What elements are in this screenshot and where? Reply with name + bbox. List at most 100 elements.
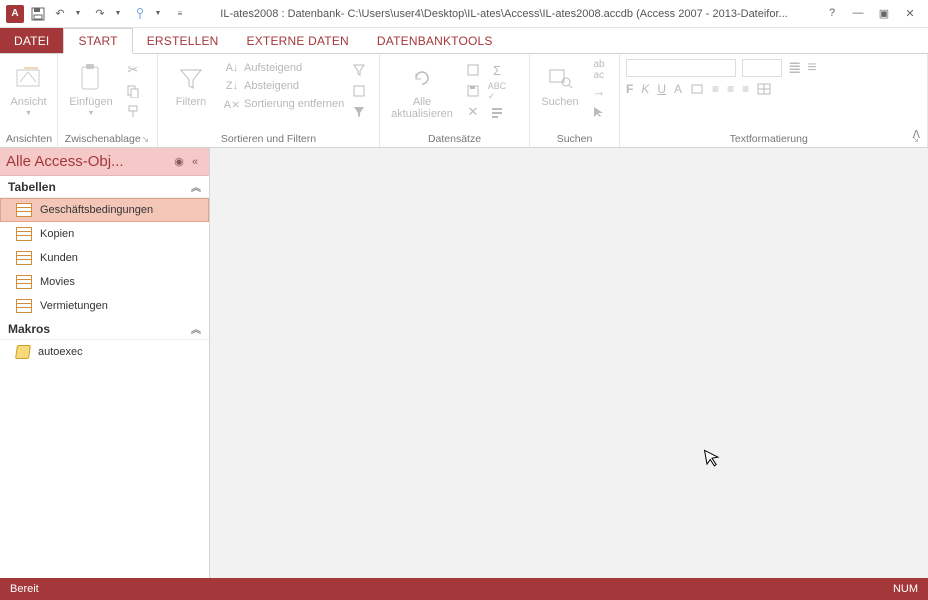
selection-filter-icon[interactable] [350, 61, 368, 79]
bold-icon[interactable]: F [626, 82, 633, 96]
numbering-icon[interactable]: ≡ [807, 59, 816, 77]
table-item-vermietungen[interactable]: Vermietungen [0, 294, 209, 318]
delete-record-icon[interactable]: ✕ [464, 103, 482, 121]
advanced-filter-icon[interactable] [350, 82, 368, 100]
tab-erstellen[interactable]: ERSTELLEN [133, 28, 233, 53]
nav-collapse-icon[interactable]: « [187, 156, 203, 168]
table-icon [16, 251, 32, 265]
new-record-icon[interactable] [464, 61, 482, 79]
aktualisieren-button[interactable]: Alle aktualisieren [386, 58, 458, 120]
select-icon[interactable] [590, 103, 608, 121]
touch-mode-icon[interactable] [132, 6, 148, 22]
align-right-icon[interactable]: ≡ [742, 82, 749, 96]
records-small-col2: Σ ABC✓ [488, 58, 506, 121]
table-icon [16, 203, 32, 217]
font-size-combo[interactable] [742, 59, 782, 77]
spelling-icon[interactable]: ABC✓ [488, 82, 506, 100]
filtern-button[interactable]: Filtern [164, 58, 218, 108]
table-item-movies[interactable]: Movies [0, 270, 209, 294]
tab-start[interactable]: START [63, 28, 132, 54]
window-title: IL-ates2008 : Datenbank- C:\Users\user4\… [194, 8, 814, 20]
table-item-kopien[interactable]: Kopien [0, 222, 209, 246]
align-center-icon[interactable]: ≡ [727, 82, 734, 96]
save-icon[interactable] [30, 6, 46, 22]
dialog-launcher-icon[interactable]: ↘ [141, 134, 151, 145]
chevron-down-icon: ▼ [88, 110, 95, 117]
collapse-group-icon[interactable]: ︽ [191, 321, 201, 336]
suchen-button[interactable]: Suchen [536, 58, 584, 108]
find-small-buttons: abac → [590, 58, 608, 121]
more-records-icon[interactable] [488, 103, 506, 121]
qat-customize-icon[interactable]: ≡ [172, 6, 188, 22]
clipboard-small-buttons: ✂ [124, 58, 142, 121]
table-item-kunden[interactable]: Kunden [0, 246, 209, 270]
collapse-group-icon[interactable]: ︽ [191, 179, 201, 194]
sort-desc-icon: Z↓ [224, 78, 240, 94]
group-label-ansichten: Ansichten [6, 131, 51, 145]
underline-icon[interactable]: U [657, 82, 666, 96]
records-small-col1: ✕ [464, 58, 482, 121]
aufsteigend-button[interactable]: A↓Aufsteigend [224, 60, 344, 76]
status-num: NUM [893, 583, 918, 595]
align-left-icon[interactable]: ≡ [712, 82, 719, 96]
copy-icon[interactable] [124, 82, 142, 100]
makros-label: Makros [8, 322, 191, 336]
chevron-down-icon: ▼ [25, 110, 32, 117]
undo-icon[interactable]: ↶ [52, 6, 68, 22]
nav-group-tabellen[interactable]: Tabellen ︽ [0, 176, 209, 198]
absteigend-button[interactable]: Z↓Absteigend [224, 78, 344, 94]
gridlines-icon[interactable] [757, 83, 771, 95]
italic-icon[interactable]: K [641, 82, 649, 96]
ansicht-button[interactable]: Ansicht ▼ [6, 58, 51, 117]
suchen-label: Suchen [541, 96, 578, 108]
close-icon[interactable]: ✕ [902, 7, 918, 20]
touch-dropdown-icon[interactable]: ▼ [150, 6, 166, 22]
undo-dropdown-icon[interactable]: ▼ [70, 6, 86, 22]
nav-pane-title: Alle Access-Obj... [6, 153, 171, 170]
macro-item-autoexec[interactable]: autoexec [0, 340, 209, 364]
cut-icon[interactable]: ✂ [124, 61, 142, 79]
paste-icon [75, 62, 107, 94]
fill-color-icon[interactable] [690, 83, 704, 95]
font-name-combo[interactable] [626, 59, 736, 77]
bullets-icon[interactable]: ≣ [788, 58, 801, 78]
einfuegen-button[interactable]: Einfügen ▼ [64, 58, 118, 117]
ribbon-group-ansichten: Ansicht ▼ Ansichten [0, 54, 58, 147]
minimize-icon[interactable]: — [850, 7, 866, 20]
help-icon[interactable]: ? [824, 7, 840, 20]
workspace [210, 148, 928, 578]
table-item-geschaeftsbedingungen[interactable]: Geschäftsbedingungen [0, 198, 209, 222]
cursor-icon [703, 447, 722, 469]
tab-datei[interactable]: DATEI [0, 28, 63, 53]
filtern-label: Filtern [176, 96, 207, 108]
nav-pane-header[interactable]: Alle Access-Obj... ◉ « [0, 148, 209, 176]
quick-access-toolbar: A ↶ ▼ ↷ ▼ ▼ ≡ [0, 5, 194, 23]
tabellen-label: Tabellen [8, 180, 191, 194]
nav-dropdown-icon[interactable]: ◉ [171, 155, 187, 168]
redo-icon[interactable]: ↷ [92, 6, 108, 22]
filter-icon [175, 62, 207, 94]
ribbon-group-datensaetze: Alle aktualisieren ✕ Σ ABC✓ Datensätze [380, 54, 530, 147]
format-painter-icon[interactable] [124, 103, 142, 121]
collapse-ribbon-icon[interactable]: ᐱ [912, 128, 920, 141]
table-item-label: Movies [40, 276, 75, 288]
redo-dropdown-icon[interactable]: ▼ [110, 6, 126, 22]
goto-icon[interactable]: → [590, 82, 608, 100]
status-bar: Bereit NUM [0, 578, 928, 600]
replace-icon[interactable]: abac [590, 61, 608, 79]
nav-group-makros[interactable]: Makros ︽ [0, 318, 209, 340]
restore-icon[interactable]: ▣ [876, 7, 892, 20]
status-ready: Bereit [10, 583, 39, 595]
tab-datenbanktools[interactable]: DATENBANKTOOLS [363, 28, 507, 53]
font-color-icon[interactable]: A [674, 82, 682, 96]
sortierung-entfernen-button[interactable]: A⨯Sortierung entfernen [224, 96, 344, 112]
toggle-filter-icon[interactable] [350, 103, 368, 121]
title-bar: A ↶ ▼ ↷ ▼ ▼ ≡ IL-ates2008 : Datenbank- C… [0, 0, 928, 28]
table-item-label: Kopien [40, 228, 74, 240]
tab-externe-daten[interactable]: EXTERNE DATEN [233, 28, 363, 53]
save-record-icon[interactable] [464, 82, 482, 100]
find-icon [544, 62, 576, 94]
group-label-suchen: Suchen [536, 131, 613, 145]
table-icon [16, 227, 32, 241]
totals-icon[interactable]: Σ [488, 61, 506, 79]
